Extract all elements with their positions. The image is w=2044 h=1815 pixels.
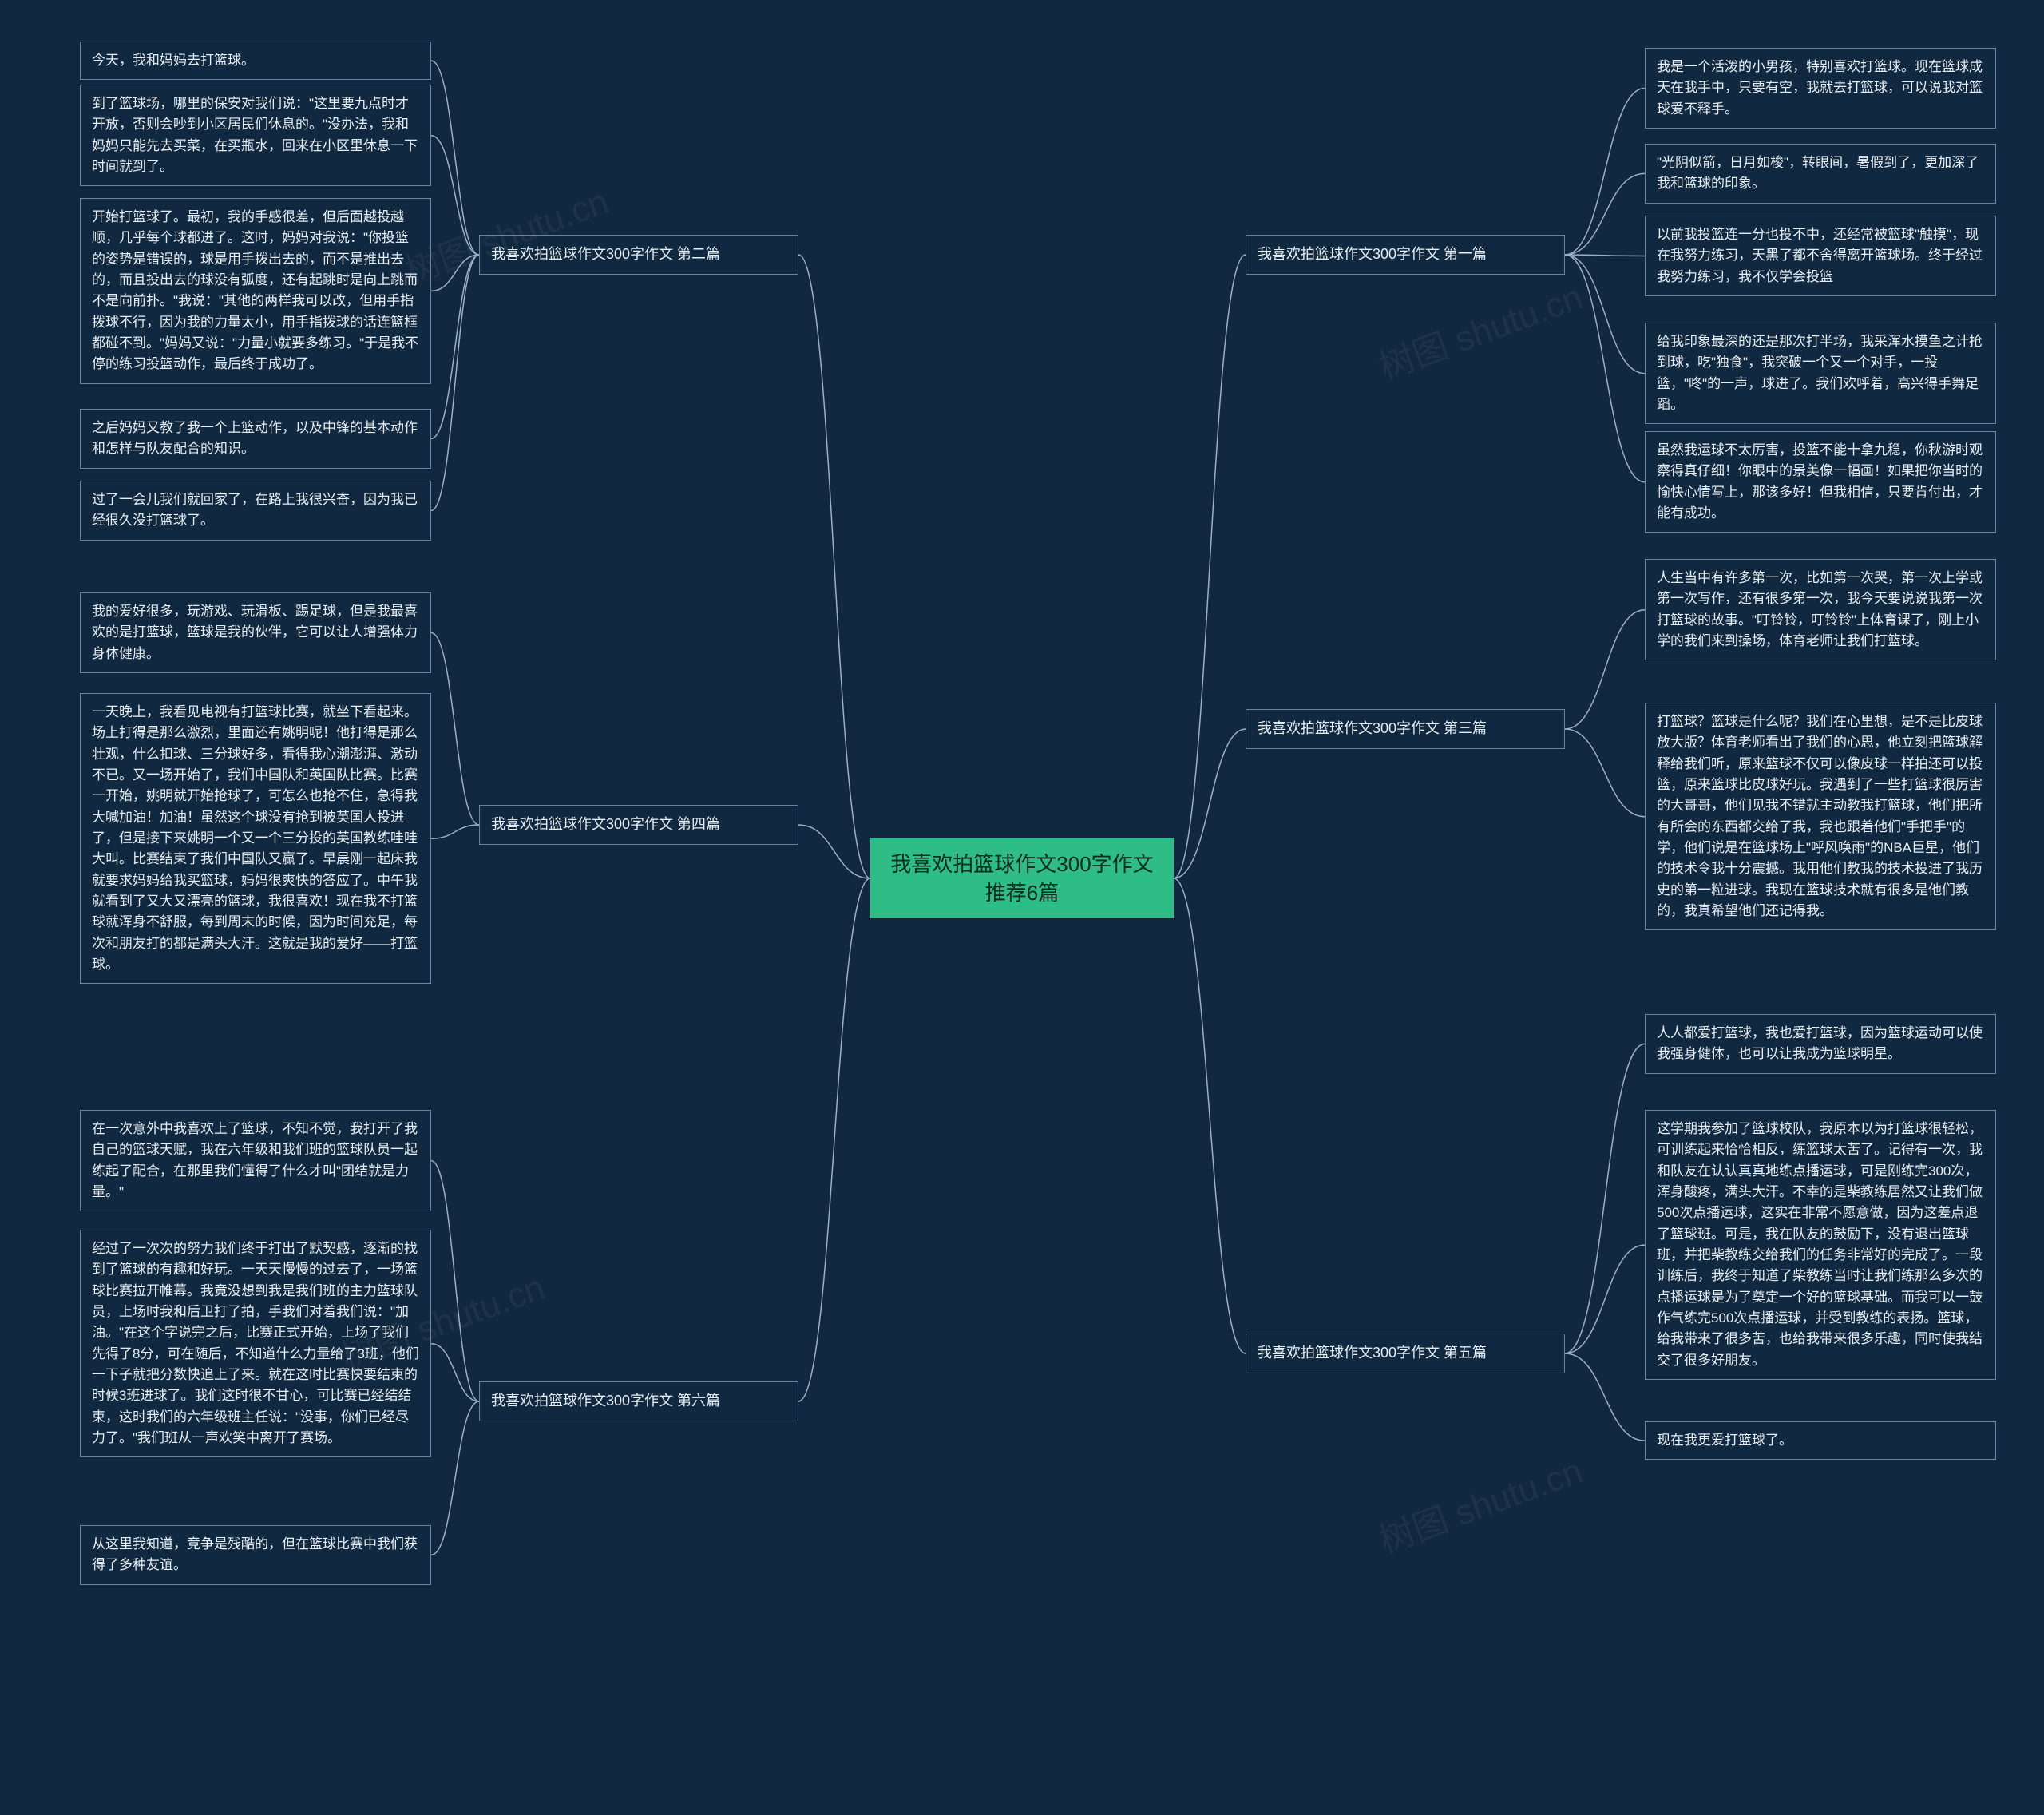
- leaf-node[interactable]: 我是一个活泼的小男孩，特别喜欢打篮球。现在篮球成天在我手中，只要有空，我就去打篮…: [1645, 48, 1996, 129]
- leaf-text: 现在我更爱打篮球了。: [1657, 1433, 1792, 1448]
- leaf-node[interactable]: 这学期我参加了篮球校队，我原本以为打篮球很轻松，可训练起来恰恰相反，练篮球太苦了…: [1645, 1110, 1996, 1380]
- branch-label: 我喜欢拍篮球作文300字作文 第四篇: [491, 816, 720, 832]
- leaf-node[interactable]: 从这里我知道，竞争是残酷的，但在篮球比赛中我们获得了多种友谊。: [80, 1525, 431, 1585]
- leaf-node[interactable]: 我的爱好很多，玩游戏、玩滑板、踢足球，但是我最喜欢的是打篮球，篮球是我的伙伴，它…: [80, 592, 431, 673]
- leaf-text: 以前我投篮连一分也投不中，还经常被篮球"触摸"，现在我努力练习，天黑了都不舍得离…: [1657, 227, 1983, 284]
- leaf-node[interactable]: 给我印象最深的还是那次打半场，我采浑水摸鱼之计抢到球，吃"独食"，我突破一个又一…: [1645, 323, 1996, 424]
- leaf-node[interactable]: 到了篮球场，哪里的保安对我们说："这里要九点时才开放，否则会吵到小区居民们休息的…: [80, 85, 431, 186]
- center-topic-text: 我喜欢拍篮球作文300字作文推荐6篇: [881, 850, 1163, 908]
- leaf-node[interactable]: 打篮球？篮球是什么呢？我们在心里想，是不是比皮球放大版？体育老师看出了我们的心思…: [1645, 703, 1996, 930]
- leaf-text: 虽然我运球不太厉害，投篮不能十拿九稳，你秋游时观察得真仔细！你眼中的景美像一幅画…: [1657, 442, 1983, 521]
- branch-2[interactable]: 我喜欢拍篮球作文300字作文 第二篇: [479, 235, 798, 275]
- leaf-text: 我是一个活泼的小男孩，特别喜欢打篮球。现在篮球成天在我手中，只要有空，我就去打篮…: [1657, 59, 1983, 117]
- branch-label: 我喜欢拍篮球作文300字作文 第一篇: [1258, 246, 1487, 262]
- leaf-text: 这学期我参加了篮球校队，我原本以为打篮球很轻松，可训练起来恰恰相反，练篮球太苦了…: [1657, 1121, 1983, 1368]
- leaf-node[interactable]: "光阴似箭，日月如梭"，转眼间，暑假到了，更加深了我和篮球的印象。: [1645, 144, 1996, 204]
- branch-4[interactable]: 我喜欢拍篮球作文300字作文 第四篇: [479, 805, 798, 845]
- branch-5[interactable]: 我喜欢拍篮球作文300字作文 第五篇: [1246, 1334, 1565, 1373]
- leaf-node[interactable]: 一天晚上，我看见电视有打篮球比赛，就坐下看起来。场上打得是那么激烈，里面还有姚明…: [80, 693, 431, 984]
- leaf-node[interactable]: 经过了一次次的努力我们终于打出了默契感，逐渐的找到了篮球的有趣和好玩。一天天慢慢…: [80, 1230, 431, 1457]
- branch-label: 我喜欢拍篮球作文300字作文 第五篇: [1258, 1345, 1487, 1361]
- leaf-text: 在一次意外中我喜欢上了篮球，不知不觉，我打开了我自己的篮球天赋，我在六年级和我们…: [92, 1121, 418, 1199]
- branch-3[interactable]: 我喜欢拍篮球作文300字作文 第三篇: [1246, 709, 1565, 749]
- watermark: 树图 shutu.cn: [1371, 1442, 1588, 1563]
- leaf-text: 人生当中有许多第一次，比如第一次哭，第一次上学或第一次写作，还有很多第一次，我今…: [1657, 570, 1983, 648]
- leaf-text: 之后妈妈又教了我一个上篮动作，以及中锋的基本动作和怎样与队友配合的知识。: [92, 420, 418, 456]
- leaf-node[interactable]: 人生当中有许多第一次，比如第一次哭，第一次上学或第一次写作，还有很多第一次，我今…: [1645, 559, 1996, 660]
- leaf-node[interactable]: 在一次意外中我喜欢上了篮球，不知不觉，我打开了我自己的篮球天赋，我在六年级和我们…: [80, 1110, 431, 1211]
- leaf-text: 到了篮球场，哪里的保安对我们说："这里要九点时才开放，否则会吵到小区居民们休息的…: [92, 96, 418, 174]
- leaf-text: 一天晚上，我看见电视有打篮球比赛，就坐下看起来。场上打得是那么激烈，里面还有姚明…: [92, 704, 418, 972]
- leaf-node[interactable]: 人人都爱打篮球，我也爱打篮球，因为篮球运动可以使我强身健体，也可以让我成为篮球明…: [1645, 1014, 1996, 1074]
- branch-label: 我喜欢拍篮球作文300字作文 第二篇: [491, 246, 720, 262]
- leaf-text: 我的爱好很多，玩游戏、玩滑板、踢足球，但是我最喜欢的是打篮球，篮球是我的伙伴，它…: [92, 604, 418, 661]
- leaf-node[interactable]: 现在我更爱打篮球了。: [1645, 1421, 1996, 1460]
- leaf-node[interactable]: 开始打篮球了。最初，我的手感很差，但后面越投越顺，几乎每个球都进了。这时，妈妈对…: [80, 198, 431, 384]
- leaf-node[interactable]: 今天，我和妈妈去打篮球。: [80, 42, 431, 80]
- leaf-text: 给我印象最深的还是那次打半场，我采浑水摸鱼之计抢到球，吃"独食"，我突破一个又一…: [1657, 334, 1983, 412]
- watermark: 树图 shutu.cn: [1371, 268, 1588, 389]
- leaf-text: 经过了一次次的努力我们终于打出了默契感，逐渐的找到了篮球的有趣和好玩。一天天慢慢…: [92, 1241, 419, 1445]
- branch-1[interactable]: 我喜欢拍篮球作文300字作文 第一篇: [1246, 235, 1565, 275]
- leaf-text: 打篮球？篮球是什么呢？我们在心里想，是不是比皮球放大版？体育老师看出了我们的心思…: [1657, 714, 1983, 918]
- leaf-node[interactable]: 之后妈妈又教了我一个上篮动作，以及中锋的基本动作和怎样与队友配合的知识。: [80, 409, 431, 469]
- leaf-node[interactable]: 过了一会儿我们就回家了，在路上我很兴奋，因为我已经很久没打篮球了。: [80, 481, 431, 541]
- branch-label: 我喜欢拍篮球作文300字作文 第三篇: [1258, 720, 1487, 736]
- leaf-text: 人人都爱打篮球，我也爱打篮球，因为篮球运动可以使我强身健体，也可以让我成为篮球明…: [1657, 1025, 1983, 1061]
- leaf-text: 开始打篮球了。最初，我的手感很差，但后面越投越顺，几乎每个球都进了。这时，妈妈对…: [92, 209, 418, 371]
- leaf-text: 今天，我和妈妈去打篮球。: [92, 53, 255, 68]
- leaf-node[interactable]: 虽然我运球不太厉害，投篮不能十拿九稳，你秋游时观察得真仔细！你眼中的景美像一幅画…: [1645, 431, 1996, 533]
- leaf-node[interactable]: 以前我投篮连一分也投不中，还经常被篮球"触摸"，现在我努力练习，天黑了都不舍得离…: [1645, 216, 1996, 296]
- branch-6[interactable]: 我喜欢拍篮球作文300字作文 第六篇: [479, 1381, 798, 1421]
- leaf-text: 从这里我知道，竞争是残酷的，但在篮球比赛中我们获得了多种友谊。: [92, 1536, 418, 1572]
- branch-label: 我喜欢拍篮球作文300字作文 第六篇: [491, 1393, 720, 1409]
- leaf-text: 过了一会儿我们就回家了，在路上我很兴奋，因为我已经很久没打篮球了。: [92, 492, 418, 528]
- leaf-text: "光阴似箭，日月如梭"，转眼间，暑假到了，更加深了我和篮球的印象。: [1657, 155, 1979, 191]
- center-topic[interactable]: 我喜欢拍篮球作文300字作文推荐6篇: [870, 838, 1174, 918]
